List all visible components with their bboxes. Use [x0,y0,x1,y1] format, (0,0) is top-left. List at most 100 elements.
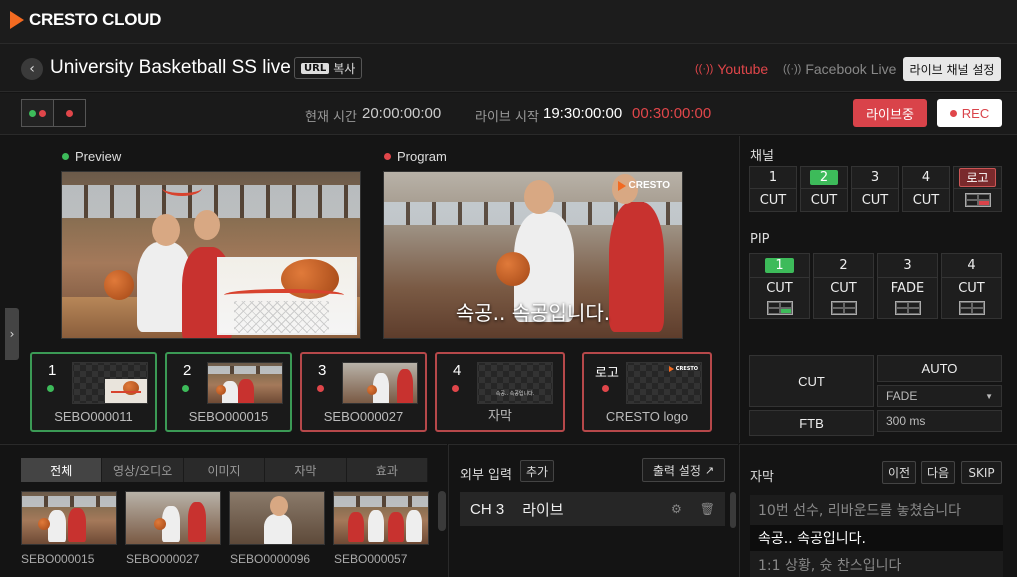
pip-3[interactable]: 3 FADE [877,253,938,319]
status-dot-icon [182,385,189,392]
page-title: University Basketball SS live [50,57,291,78]
channel-label-logo: 로고 [959,168,996,187]
pip-mode-button[interactable]: CUT [942,278,1001,298]
transition-effect-select[interactable]: FADE ▼ [877,385,1002,407]
chevron-left-icon: ‹ [29,61,35,77]
media-thumbnail[interactable] [21,491,117,545]
auto-button[interactable]: AUTO [877,355,1002,382]
hoop-shape [162,180,202,196]
program-label-text: Program [397,149,447,164]
pip-4[interactable]: 4 CUT [941,253,1002,319]
caption-line[interactable]: 1:1 상황, 슛 찬스입니다 [750,551,1003,577]
source-thumbnail [207,362,283,404]
channel-2[interactable]: 2 CUT [800,166,848,212]
channel-cut-button[interactable]: CUT [903,189,949,211]
ftb-button[interactable]: FTB [749,410,874,436]
source-name: SEBO000027 [323,409,404,424]
tab-caption[interactable]: 자막 [265,458,347,482]
caption-list: 10번 선수, 리바운드를 놓쳤습니다 속공.. 속공입니다. 1:1 상황, … [750,495,1003,577]
caption-next-button[interactable]: 다음 [921,461,955,484]
channel-cut-button[interactable]: CUT [750,189,796,211]
program-label: Program [384,149,447,164]
trash-icon[interactable]: 🗑 [700,502,715,516]
tab-video-audio[interactable]: 영상/오디오 [102,458,184,482]
media-thumbnail[interactable] [229,491,325,545]
brand-logo[interactable]: CRESTO CLOUD [10,10,161,30]
layout-single-option[interactable] [54,100,85,126]
channel-3[interactable]: 3 CUT [851,166,899,212]
media-item-label: SEBO000015 [21,552,95,566]
pip-mode-button[interactable]: CUT [814,278,873,298]
caption-panel-title: 자막 [750,470,774,485]
live-channel-settings-button[interactable]: 라이브 채널 설정 [903,57,1001,81]
tab-image[interactable]: 이미지 [184,458,266,482]
source-logo[interactable]: 로고 CRESTO CRESTO logo [582,352,712,432]
pip-2[interactable]: 2 CUT [813,253,874,319]
media-scrollbar[interactable] [438,491,446,531]
channel-youtube[interactable]: ((·)) Youtube [695,61,768,77]
back-button[interactable]: ‹ [21,58,43,80]
channel-facebook[interactable]: ((·)) Facebook Live [783,61,896,77]
logo-icon [668,366,674,372]
channel-1[interactable]: 1 CUT [749,166,797,212]
pip-1[interactable]: 1 CUT [749,253,810,319]
tab-effects[interactable]: 효과 [347,458,429,482]
red-dot-icon [66,109,73,117]
sidebar-toggle[interactable]: › [5,308,19,360]
source-2[interactable]: 2 SEBO000015 [165,352,292,432]
source-thumbnail: 속공.. 속공입니다. [477,362,553,404]
url-copy-button[interactable]: URL 복사 [294,57,363,79]
external-input-row[interactable]: CH 3 라이브 ⚙ 🗑 [460,492,725,526]
output-settings-button[interactable]: 출력 설정 ↗ [642,458,725,482]
source-4[interactable]: 4 속공.. 속공입니다. 자막 [435,352,565,432]
rec-label: REC [961,105,990,121]
logo-icon [617,180,626,191]
caption-line[interactable]: 10번 선수, 리바운드를 놓쳤습니다 [750,495,1003,525]
preview-label: Preview [62,149,121,164]
external-scrollbar[interactable] [730,492,736,528]
caption-prev-button[interactable]: 이전 [882,461,916,484]
source-3[interactable]: 3 SEBO000027 [300,352,427,432]
media-tabs: 전체 영상/오디오 이미지 자막 효과 [21,458,429,482]
caption-line-active[interactable]: 속공.. 속공입니다. [750,525,1003,551]
pip-label-active: 1 [765,258,794,273]
add-input-button[interactable]: 추가 [520,460,554,482]
live-button[interactable]: 라이브중 [853,99,927,127]
status-dot-icon [602,385,609,392]
pip-mode-button[interactable]: FADE [878,278,937,298]
basketball-shape [496,252,530,286]
brand-name: CRESTO CLOUD [29,10,162,29]
channel-4[interactable]: 4 CUT [902,166,950,212]
logo-position-icon [964,193,991,207]
pip-mode-button[interactable]: CUT [750,278,809,298]
tab-all[interactable]: 전체 [21,458,103,482]
output-settings-label: 출력 설정 [652,463,701,478]
layout-toggle[interactable] [21,99,86,127]
media-thumbnail[interactable] [333,491,429,545]
pip-panel-title: PIP [750,232,770,247]
gear-icon[interactable]: ⚙ [671,502,682,516]
external-input-title: 외부 입력 [460,468,512,483]
source-name: CRESTO logo [605,409,689,424]
cut-button[interactable]: CUT [749,355,874,407]
source-1[interactable]: 1 SEBO000011 [30,352,157,432]
media-item-label: SEBO0000096 [230,552,311,566]
preview-monitor[interactable] [61,171,361,339]
input-channel: CH 3 [470,500,505,518]
rec-button[interactable]: REC [937,99,1002,127]
red-dot-icon [39,109,46,117]
layout-dual-option[interactable] [22,100,54,126]
channel-logo[interactable]: 로고 [953,166,1002,212]
channel-cut-button[interactable]: CUT [852,189,898,211]
source-number: 4 [453,362,462,379]
channel-facebook-label: Facebook Live [805,61,897,77]
program-monitor[interactable]: CRESTO 속공.. 속공입니다. [383,171,683,339]
pip-position-icon [830,301,857,315]
transition-duration-input[interactable]: 300 ms [877,410,1002,432]
source-thumbnail [72,362,148,404]
preview-video [62,172,360,338]
media-thumbnail[interactable] [125,491,221,545]
caption-skip-button[interactable]: SKIP [961,461,1002,484]
current-time-value: 20:00:00:00 [362,105,442,122]
channel-cut-button[interactable]: CUT [801,189,847,211]
